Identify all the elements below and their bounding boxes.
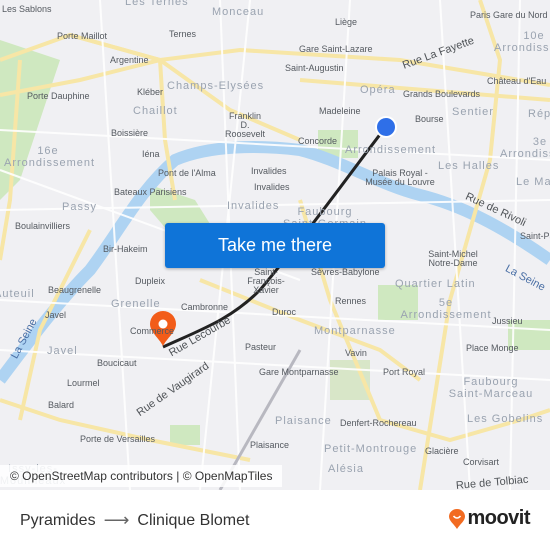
district-label: 16e Arrondissement	[4, 145, 96, 170]
district-label: Le Marais	[516, 176, 550, 188]
map-attribution[interactable]: © OpenStreetMap contributors | © OpenMap…	[0, 465, 283, 487]
map-label: Porte de Versailles	[80, 434, 156, 444]
map-label: Kléber	[137, 87, 164, 97]
map-label: Les Sablons	[2, 4, 52, 14]
map-label: Plaisance	[250, 440, 290, 450]
map-label: Boucicaut	[97, 358, 137, 368]
map-label: Porte Maillot	[57, 31, 108, 41]
map-label: Franklin D. Roosevelt	[224, 111, 266, 139]
park-bois-de-boulogne	[0, 40, 60, 200]
district-label: Les Halles	[438, 160, 500, 172]
map-label: Saint-Paul	[520, 231, 550, 241]
moovit-wordmark: moovit	[467, 507, 530, 529]
map-label: Bourse	[415, 114, 444, 124]
district-label: Arrondissement	[345, 144, 437, 156]
destination-name: Clinique Blomet	[137, 511, 250, 529]
map-label: Bateaux Parisiens	[114, 187, 187, 197]
map-label: Dupleix	[135, 276, 166, 286]
map-label: Duroc	[272, 307, 297, 317]
map-label: Commerce	[130, 326, 175, 336]
map-label: Bir-Hakeim	[103, 244, 148, 254]
map-label: Glacière	[425, 446, 459, 456]
map-label: Boissière	[111, 128, 149, 138]
map-label: Iéna	[142, 149, 160, 159]
map-label: Cambronne	[181, 302, 229, 312]
origin-name: Pyramides	[20, 511, 96, 529]
map-label: Boulainvilliers	[15, 221, 71, 231]
map-label: Saint-François-Xavier	[247, 267, 285, 295]
map-label: Château d'Eau	[487, 76, 547, 86]
district-label: 10e Arrondissement	[494, 30, 550, 55]
map-label: Saint-Augustin	[285, 63, 344, 73]
map-label: Concorde	[298, 136, 338, 146]
arrow-right-icon: ⟶	[103, 510, 130, 530]
map-label: Sèvres-Babylone	[311, 267, 380, 277]
map-label: Grands Boulevards	[403, 89, 481, 99]
map-label: Place Monge	[466, 343, 519, 353]
district-label: Alésia	[328, 463, 364, 475]
map-label: Gare Montparnasse	[259, 367, 339, 377]
map-label: Javel	[45, 310, 67, 320]
district-label: Les Gobelins	[467, 413, 544, 425]
map-label: Invalides	[251, 166, 287, 176]
map-label: Ternes	[169, 29, 197, 39]
map-label: Gare Saint-Lazare	[299, 44, 373, 54]
map-label: Porte Dauphine	[27, 91, 90, 101]
map-label: Beaugrenelle	[48, 285, 102, 295]
map-label: Saint-Michel Notre-Dame	[428, 249, 478, 268]
district-label: Champs-Elysées	[167, 80, 265, 92]
map-label: Corvisart	[463, 457, 500, 467]
district-label: 5e Arrondissement	[400, 297, 492, 322]
district-label: Chaillot	[133, 105, 178, 117]
district-label: Faubourg Saint-Marceau	[448, 376, 534, 401]
map-label: Pont de l'Alma	[158, 168, 216, 178]
map-label: Paris Gare du Nord	[470, 10, 548, 20]
moovit-logo[interactable]: moovit	[449, 507, 530, 530]
map-label: Les Ternes	[125, 0, 189, 8]
district-label: 3e Arrondissement	[500, 136, 550, 161]
map-label: Denfert-Rochereau	[340, 418, 417, 428]
map-label: Balard	[48, 400, 75, 410]
map-label: Liège	[335, 17, 358, 27]
origin-marker[interactable]	[375, 116, 397, 138]
map-label: Argentine	[110, 55, 149, 65]
map-label: Invalides	[254, 182, 290, 192]
moovit-pin-icon	[449, 508, 466, 529]
district-label: Plaisance	[275, 415, 332, 427]
footer: Pyramides ⟶ Clinique Blomet moovit	[0, 490, 550, 550]
map-label: Palais Royal - Musée du Louvre	[365, 168, 435, 187]
map-label: Jussieu	[492, 316, 523, 326]
park-georges-brassens	[170, 425, 200, 445]
map-label: Lourmel	[67, 378, 100, 388]
route-title: Pyramides ⟶ Clinique Blomet	[20, 510, 249, 531]
map-label: Pasteur	[245, 342, 277, 352]
district-label: Montparnasse	[314, 325, 396, 337]
map-label: Vavin	[345, 348, 367, 358]
district-label: Auteuil	[0, 288, 35, 300]
map-view[interactable]: Les Sablons Les Ternes Monceau Liège Par…	[0, 0, 550, 490]
take-me-there-button[interactable]: Take me there	[165, 223, 385, 268]
map-label: Rennes	[335, 296, 367, 306]
district-label: Petit-Montrouge	[324, 443, 418, 455]
district-label: Javel	[47, 345, 78, 357]
district-label: Quartier Latin	[395, 278, 476, 290]
district-label: Opéra	[360, 84, 396, 96]
district-label: Monceau	[212, 6, 265, 18]
map-label: Port Royal	[383, 367, 426, 377]
district-label: Grenelle	[111, 298, 161, 310]
map-label: Madeleine	[319, 106, 361, 116]
district-label: Sentier	[452, 106, 494, 118]
district-label: Passy	[62, 201, 97, 213]
district-label: République	[528, 108, 550, 120]
district-label: Invalides	[227, 200, 280, 212]
